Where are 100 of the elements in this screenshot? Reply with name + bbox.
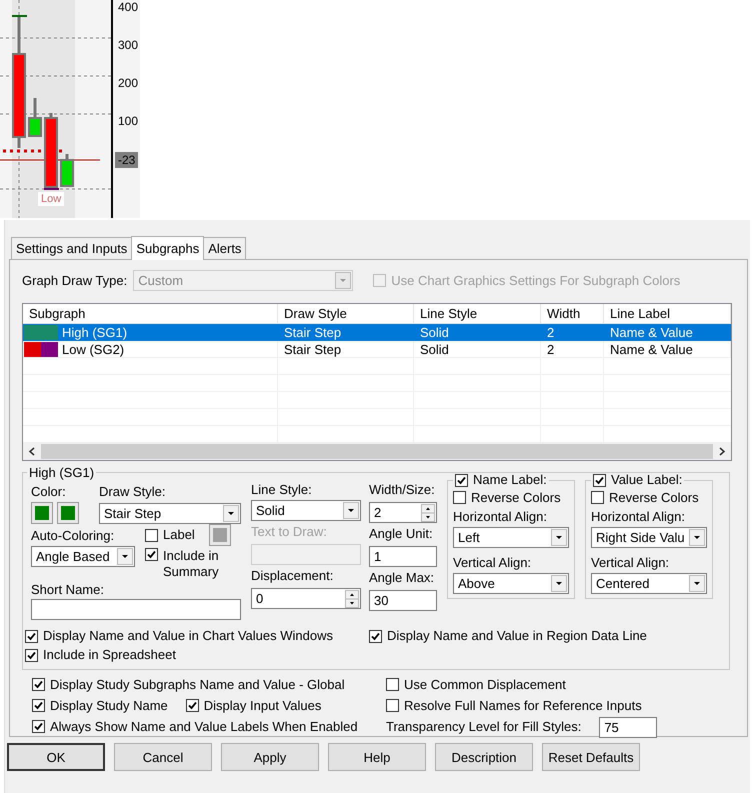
- price-tag: -23: [115, 152, 138, 168]
- checkbox[interactable]: [145, 528, 158, 542]
- horizontal-scrollbar[interactable]: [23, 443, 731, 460]
- checkbox-label: Display Study Name: [50, 698, 168, 714]
- spin-buttons-icon[interactable]: [345, 590, 359, 608]
- field-label: Horizontal Align:: [591, 508, 686, 524]
- group-title: High (SG1): [28, 465, 96, 480]
- caret-icon: [117, 548, 133, 565]
- table-cell: Solid: [420, 324, 449, 340]
- checkbox[interactable]: [386, 699, 399, 712]
- caret-icon: [335, 272, 352, 289]
- field-label: Horizontal Align:: [453, 508, 548, 524]
- displacement-field[interactable]: 0: [251, 588, 361, 609]
- color-button[interactable]: [31, 502, 53, 524]
- table-cell: 2: [547, 324, 554, 340]
- checkbox[interactable]: [32, 720, 45, 733]
- caret-icon: [689, 528, 705, 546]
- checkbox-label: Reverse Colors: [609, 490, 699, 506]
- caret-icon: [551, 528, 567, 546]
- checkbox[interactable]: [455, 474, 468, 486]
- dialog-button[interactable]: Help: [328, 743, 426, 771]
- angle-unit-field[interactable]: 1: [369, 546, 437, 567]
- table-cell: Solid: [420, 340, 449, 358]
- checkbox[interactable]: [25, 648, 38, 662]
- dialog-button[interactable]: Apply: [221, 743, 319, 771]
- checkbox[interactable]: [186, 699, 199, 712]
- checkbox-label: Display Study Subgraphs Name and Value - Global: [50, 676, 345, 692]
- dialog-button[interactable]: Reset Defaults: [542, 743, 640, 771]
- checkbox-label: Use Common Displacement: [404, 676, 566, 692]
- field-label: Color:: [31, 484, 67, 498]
- color-button[interactable]: [57, 502, 79, 524]
- field-label: Angle Unit:: [369, 526, 434, 541]
- table-row[interactable]: Low (SG2) Stair Step Solid 2 Name & Value: [23, 341, 731, 358]
- tab[interactable]: Subgraphs: [131, 236, 204, 260]
- field-label: Graph Draw Type:: [22, 273, 128, 288]
- caret-icon: [689, 574, 705, 592]
- field-label: Displacement:: [251, 568, 334, 583]
- checkbox[interactable]: [145, 548, 158, 561]
- axis-label: 100: [118, 114, 138, 128]
- axis-label: 300: [118, 38, 138, 52]
- text-to-draw-field[interactable]: [251, 544, 361, 565]
- checkbox[interactable]: [32, 699, 45, 712]
- field-label: Vertical Align:: [591, 554, 670, 570]
- checkbox-label: Always Show Name and Value Labels When Enabled: [50, 718, 358, 734]
- angle-max-field[interactable]: 30: [369, 590, 437, 611]
- checkbox-label: Display Name and Value in Chart Values Windows: [43, 628, 333, 644]
- checkbox-label: Reverse Colors: [471, 490, 561, 506]
- dialog-button[interactable]: Cancel: [114, 743, 212, 771]
- caret-icon: [343, 502, 359, 519]
- dropdown[interactable]: Stair Step: [99, 502, 241, 524]
- dropdown[interactable]: Right Side Valu: [591, 526, 707, 548]
- field-label: Short Name:: [31, 582, 105, 597]
- checkbox-label: Name Label:: [473, 472, 547, 488]
- field-label: Angle Max:: [369, 570, 436, 585]
- checkbox[interactable]: [32, 678, 45, 691]
- transparency-field[interactable]: 75: [599, 717, 658, 738]
- checkbox[interactable]: [25, 630, 38, 642]
- table-row[interactable]: High (SG1) Stair Step Solid 2 Name & Value: [23, 324, 731, 341]
- table-cell: Name & Value: [610, 324, 693, 340]
- color-button[interactable]: [208, 524, 231, 546]
- table-cell: Stair Step: [284, 324, 342, 340]
- width-field[interactable]: 2: [369, 502, 437, 523]
- dropdown[interactable]: Angle Based: [31, 546, 135, 567]
- field-label: Width/Size:: [369, 482, 436, 497]
- caret-icon: [551, 574, 567, 592]
- table-cell: High (SG1): [62, 324, 128, 340]
- checkbox-label: Include in Summary: [163, 548, 220, 580]
- checkbox-label: Include in Spreadsheet: [43, 647, 176, 663]
- table-cell: 2: [547, 340, 554, 358]
- axis-label: 400: [118, 0, 138, 14]
- checkbox[interactable]: [591, 491, 604, 504]
- checkbox[interactable]: [593, 474, 606, 486]
- table-cell: Stair Step: [284, 340, 342, 358]
- table-cell: Low (SG2): [62, 340, 124, 358]
- checkbox-label: Label: [163, 527, 195, 543]
- field-label: Vertical Align:: [453, 554, 532, 570]
- scrollbar-thumb[interactable]: [41, 444, 713, 459]
- field-label: Transparency Level for Fill Styles:: [386, 719, 582, 734]
- checkbox[interactable]: [453, 491, 466, 504]
- checkbox-label: Resolve Full Names for Reference Inputs: [404, 698, 642, 714]
- field-label: Auto-Coloring:: [31, 528, 116, 542]
- dropdown[interactable]: Solid: [251, 500, 361, 521]
- dropdown[interactable]: Left: [453, 526, 569, 548]
- checkbox[interactable]: [386, 678, 399, 691]
- dropdown[interactable]: Above: [453, 572, 569, 594]
- field-label: Draw Style:: [99, 484, 166, 498]
- axis-label: 200: [118, 76, 138, 90]
- dropdown[interactable]: Centered: [591, 572, 707, 594]
- tab[interactable]: Settings and Inputs: [11, 237, 132, 259]
- tab[interactable]: Alerts: [203, 237, 246, 259]
- checkbox[interactable]: [369, 630, 382, 642]
- bar-label: Low: [38, 192, 64, 206]
- checkbox-label: Use Chart Graphics Settings For Subgraph Colors: [391, 272, 680, 288]
- short-name-field[interactable]: [31, 599, 241, 620]
- dialog-button[interactable]: OK: [7, 743, 105, 771]
- checkbox-label: Display Input Values: [204, 698, 322, 714]
- spin-buttons-icon[interactable]: [421, 504, 435, 522]
- field-label: Line Style:: [251, 482, 313, 497]
- dialog-button[interactable]: Description: [435, 743, 533, 771]
- checkbox-label: Display Name and Value in Region Data Line: [387, 628, 647, 644]
